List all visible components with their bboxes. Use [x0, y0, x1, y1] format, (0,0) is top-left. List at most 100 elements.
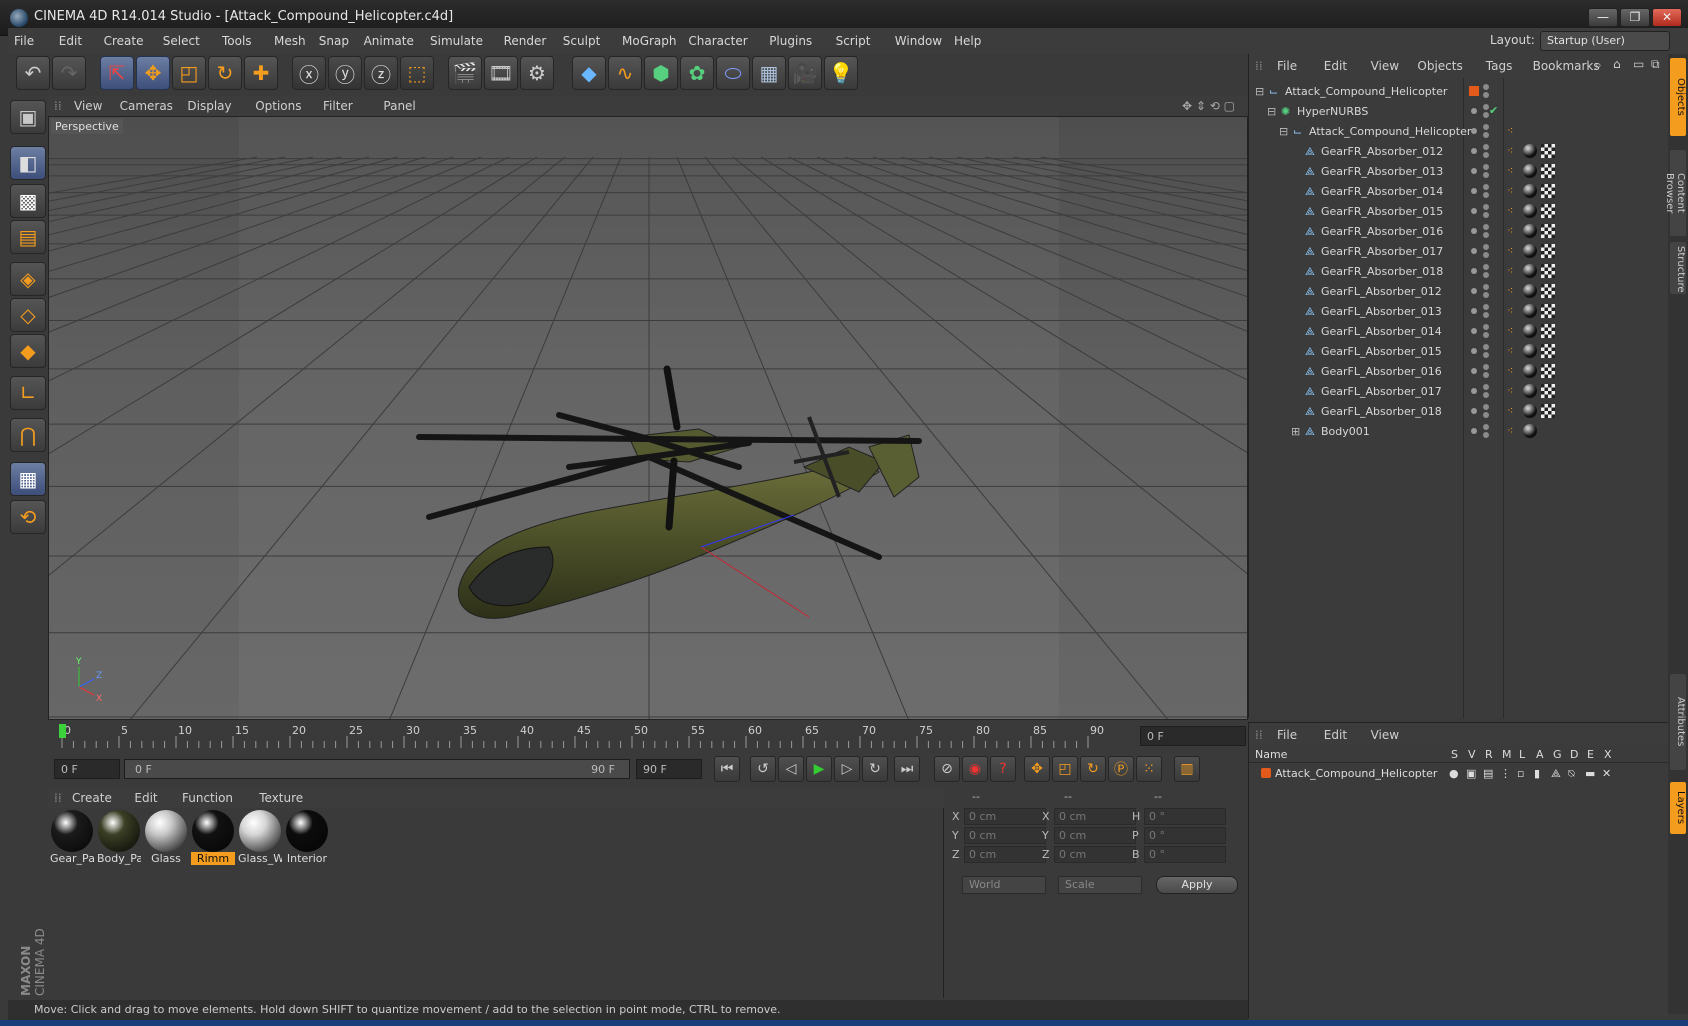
- render-visibility-dot[interactable]: [1483, 92, 1489, 98]
- model-mode-icon[interactable]: ◧: [10, 146, 46, 180]
- material-menu-edit[interactable]: Edit: [134, 791, 157, 805]
- object-row[interactable]: ⟁ GearFL_Absorber_012 ⁖: [1249, 282, 1669, 302]
- panel-grip-icon[interactable]: ⁞⁞: [54, 791, 62, 805]
- layer-toggle-icon[interactable]: ▤: [1483, 767, 1493, 780]
- coordinate-system-icon[interactable]: ⬚: [400, 56, 434, 90]
- material-tag-icon[interactable]: [1523, 224, 1537, 238]
- object-name[interactable]: GearFR_Absorber_016: [1321, 225, 1443, 238]
- cube-primitive-icon[interactable]: ◆: [572, 56, 606, 90]
- phong-tag-icon[interactable]: ⁖: [1507, 424, 1513, 437]
- render-visibility-dot[interactable]: [1483, 324, 1489, 330]
- render-visibility-dot[interactable]: [1483, 372, 1489, 378]
- render-visibility-dot[interactable]: [1483, 352, 1489, 358]
- editor-visibility-dot[interactable]: [1471, 268, 1477, 274]
- editor-visibility-dot[interactable]: [1471, 348, 1477, 354]
- material-tag-icon[interactable]: [1523, 424, 1537, 438]
- editor-visibility-dot[interactable]: [1471, 168, 1477, 174]
- layer-column-header[interactable]: L: [1519, 748, 1525, 761]
- menu-create[interactable]: Create: [104, 34, 144, 48]
- next-keyframe-icon[interactable]: ↻: [862, 756, 888, 782]
- phong-tag-icon[interactable]: ⁖: [1507, 304, 1513, 317]
- layer-toggle-icon[interactable]: ▣: [1466, 767, 1476, 780]
- object-row[interactable]: ⟁ GearFR_Absorber_015 ⁖: [1249, 202, 1669, 222]
- viewport-menu-display[interactable]: Display: [187, 99, 231, 113]
- edges-mode-icon[interactable]: ◇: [10, 298, 46, 332]
- object-row[interactable]: ⟁ GearFR_Absorber_013 ⁖: [1249, 162, 1669, 182]
- texture-tag-icon[interactable]: [1541, 304, 1555, 318]
- object-name[interactable]: GearFL_Absorber_015: [1321, 345, 1442, 358]
- make-editable-icon[interactable]: ▣: [10, 100, 46, 134]
- render-visibility-dot[interactable]: [1483, 152, 1489, 158]
- key-parameter-icon[interactable]: Ⓟ: [1108, 756, 1134, 782]
- render-visibility-dot[interactable]: [1483, 304, 1489, 310]
- render-visibility-dot[interactable]: [1483, 164, 1489, 170]
- axis-mode-icon[interactable]: ∟: [10, 376, 46, 410]
- layer-column-header[interactable]: G: [1553, 748, 1562, 761]
- coord-value-field[interactable]: 0 °: [1144, 846, 1226, 863]
- close-button[interactable]: ✕: [1652, 8, 1682, 27]
- render-visibility-dot[interactable]: [1483, 252, 1489, 258]
- editor-visibility-dot[interactable]: [1471, 328, 1477, 334]
- material-tag-icon[interactable]: [1523, 384, 1537, 398]
- side-tab-attributes[interactable]: Attributes: [1670, 674, 1686, 770]
- render-visibility-dot[interactable]: [1483, 172, 1489, 178]
- object-name[interactable]: GearFR_Absorber_015: [1321, 205, 1443, 218]
- object-row[interactable]: ⟁ GearFL_Absorber_016 ⁖: [1249, 362, 1669, 382]
- next-frame-icon[interactable]: ▷: [834, 756, 860, 782]
- material-tag-icon[interactable]: [1523, 364, 1537, 378]
- layer-toggle-icon[interactable]: ▬: [1585, 767, 1595, 780]
- minimize-button[interactable]: —: [1588, 8, 1618, 27]
- render-visibility-dot[interactable]: [1483, 224, 1489, 230]
- render-visibility-dot[interactable]: [1483, 232, 1489, 238]
- phong-tag-icon[interactable]: ⁖: [1507, 204, 1513, 217]
- menu-select[interactable]: Select: [163, 34, 200, 48]
- key-rotation-icon[interactable]: ↻: [1080, 756, 1106, 782]
- menu-script[interactable]: Script: [836, 34, 871, 48]
- menu-help[interactable]: Help: [954, 34, 981, 48]
- render-visibility-dot[interactable]: [1483, 264, 1489, 270]
- layer-column-header[interactable]: X: [1604, 748, 1612, 761]
- editor-visibility-dot[interactable]: [1471, 408, 1477, 414]
- texture-tag-icon[interactable]: [1541, 164, 1555, 178]
- menu-character[interactable]: Character: [688, 34, 747, 48]
- menu-snap[interactable]: Snap: [319, 34, 349, 48]
- phong-tag-icon[interactable]: ⁖: [1507, 124, 1513, 137]
- apply-button[interactable]: Apply: [1156, 876, 1238, 894]
- coord-value-field[interactable]: 0 cm: [964, 808, 1046, 825]
- live-selection-icon[interactable]: ⇱: [100, 56, 134, 90]
- side-tab-structure[interactable]: Structure: [1670, 242, 1686, 294]
- layer-column-header[interactable]: E: [1587, 748, 1594, 761]
- layer-menu-edit[interactable]: Edit: [1324, 728, 1347, 742]
- viewport-menu-panel[interactable]: Panel: [383, 99, 415, 113]
- phong-tag-icon[interactable]: ⁖: [1507, 184, 1513, 197]
- menu-sculpt[interactable]: Sculpt: [563, 34, 600, 48]
- render-visibility-dot[interactable]: [1483, 332, 1489, 338]
- layer-column-header[interactable]: S: [1451, 748, 1458, 761]
- y-axis-lock-icon[interactable]: ⓨ: [328, 56, 362, 90]
- object-name[interactable]: GearFL_Absorber_012: [1321, 285, 1442, 298]
- material-swatch[interactable]: Glass_W: [238, 808, 282, 866]
- layer-row[interactable]: Attack_Compound_Helicopter ● ▣ ▤ ⋮ ▫ ▮ ⟁ ⍉ ▬ ✕: [1249, 765, 1669, 783]
- coord-value-field[interactable]: 0 cm: [1054, 808, 1136, 825]
- coord-value-field[interactable]: 0 cm: [964, 827, 1046, 844]
- play-icon[interactable]: ▶: [806, 756, 832, 782]
- nurbs-icon[interactable]: ⬢: [644, 56, 678, 90]
- timeline-ruler[interactable]: 0 5 10 15 20 25 30 35 40 45 50 55 60 65 70 75 80 85 90 0 F: [48, 722, 1248, 750]
- render-visibility-dot[interactable]: [1483, 124, 1489, 130]
- record-keys-icon[interactable]: ◉: [962, 756, 988, 782]
- phong-tag-icon[interactable]: ⁖: [1507, 164, 1513, 177]
- collapse-toggle-icon[interactable]: ⊟: [1279, 125, 1288, 138]
- material-tag-icon[interactable]: [1523, 344, 1537, 358]
- layer-toggle-icon[interactable]: ⟁: [1551, 767, 1561, 781]
- viewport-menu-options[interactable]: Options: [255, 99, 301, 113]
- object-name[interactable]: Attack_Compound_Helicopter: [1285, 85, 1447, 98]
- collapse-toggle-icon[interactable]: ⊟: [1255, 85, 1264, 98]
- phong-tag-icon[interactable]: ⁖: [1507, 324, 1513, 337]
- viewport-camera-label[interactable]: Perspective: [51, 119, 123, 134]
- layer-column-header[interactable]: M: [1502, 748, 1512, 761]
- material-swatch[interactable]: Rimm: [191, 808, 235, 866]
- layer-menu-file[interactable]: File: [1277, 728, 1297, 742]
- editor-visibility-dot[interactable]: [1471, 288, 1477, 294]
- go-to-end-icon[interactable]: ⏭: [894, 756, 920, 782]
- render-visibility-dot[interactable]: [1483, 344, 1489, 350]
